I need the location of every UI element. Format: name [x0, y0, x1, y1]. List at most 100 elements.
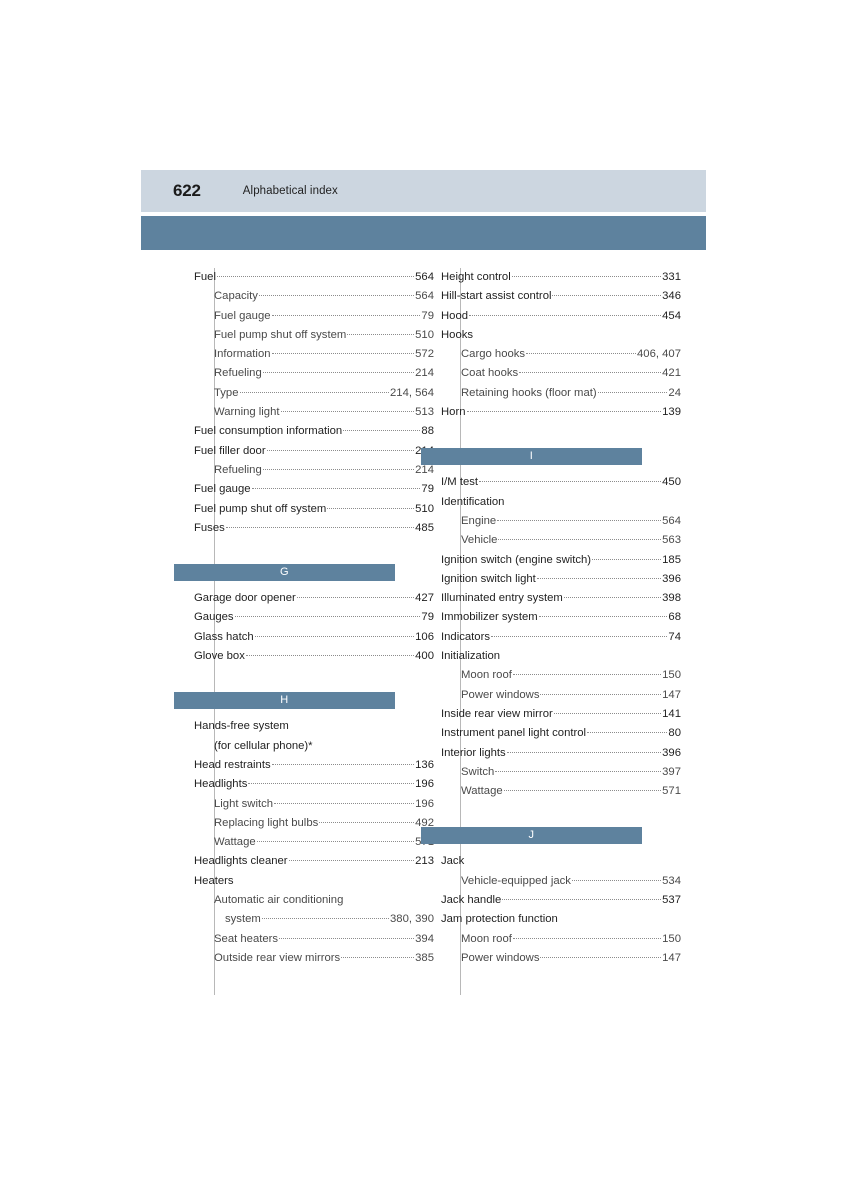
index-entry-group: I/M test 450 Identification Engine 564 Vehicl…	[441, 473, 681, 801]
index-entry-page: 513	[415, 406, 434, 419]
index-entry: Warning light 513	[194, 403, 434, 422]
index-entry-label: Headlights cleaner	[194, 855, 288, 868]
index-entry-page: 564	[415, 290, 434, 303]
index-entry-label: (for cellular phone)*	[214, 739, 313, 752]
index-entry: Cargo hooks 406, 407	[441, 345, 681, 364]
index-entry-leader	[266, 449, 415, 451]
index-entry-group: Height control 331 Hill-start assist contr…	[441, 268, 681, 422]
index-entry: Interior lights 396	[441, 744, 681, 763]
index-entry-page: 79	[421, 483, 434, 496]
index-entry-page: 196	[415, 778, 434, 791]
index-entry: Wattage571	[441, 782, 681, 801]
index-entry-page: 537	[662, 894, 681, 907]
index-entry-label: Hooks	[441, 328, 474, 341]
page-header-accent-bar	[141, 216, 706, 250]
index-entry: Refueling 214	[194, 461, 434, 480]
index-entry-leader	[479, 481, 662, 483]
index-entry-page: 331	[662, 271, 681, 283]
index-entry: Fuel pump shut off system 510	[194, 500, 434, 519]
index-entry-label: Hill-start assist control	[441, 290, 552, 303]
index-entry: Head restraints 136	[194, 756, 434, 775]
index-entry-page: 88	[421, 425, 434, 438]
index-entry-page: 106	[415, 630, 434, 643]
index-entry-page: 396	[662, 746, 681, 759]
index-entry-leader	[502, 899, 662, 901]
index-entry-leader	[347, 333, 415, 335]
index-entry: Hood 454	[441, 307, 681, 326]
index-entry-label: Jam protection function	[441, 913, 558, 926]
index-entry: Jack	[441, 852, 681, 871]
index-entry-page: 136	[415, 758, 434, 771]
index-entry-label: Indicators	[441, 630, 490, 643]
index-entry-page: 139	[662, 406, 681, 419]
index-entry-leader	[251, 488, 421, 490]
index-entry-label: Garage door opener	[194, 592, 296, 605]
index-entry-leader	[271, 763, 415, 765]
index-entry-leader	[597, 391, 668, 393]
index-entry-leader	[553, 712, 662, 714]
index-entry-page: 385	[415, 951, 434, 964]
index-entry: Initialization	[441, 647, 681, 666]
index-entry: system 380, 390	[194, 910, 434, 929]
index-entry: Headlights 196	[194, 775, 434, 794]
index-column-right: Height control 331 Hill-start assist contr…	[421, 268, 681, 968]
index-entry-page: 346	[662, 290, 681, 303]
index-entry-page: 564	[662, 514, 681, 527]
index-entry-group: Hands-free system (for cellular phone)* He…	[194, 717, 434, 968]
index-entry: I/M test 450	[441, 473, 681, 492]
index-entry: Automatic air conditioning	[194, 891, 434, 910]
index-entry-label: Fuses	[194, 521, 225, 534]
index-entry-page: 510	[415, 502, 434, 515]
index-entry: Identification	[441, 493, 681, 512]
index-entry-page: 396	[662, 572, 681, 585]
index-entry-label: Initialization	[441, 650, 501, 663]
index-entry-label: Replacing light bulbs	[214, 816, 319, 829]
index-entry-leader	[279, 937, 415, 939]
index-entry: Glass hatch 106	[194, 628, 434, 647]
index-entry: Inside rear view mirror 141	[441, 705, 681, 724]
index-entry-page: 406, 407	[637, 348, 681, 361]
index-entry-page: 427	[415, 592, 434, 605]
index-entry: Coat hooks 421	[441, 364, 681, 383]
index-entry-group: Jack Vehicle-equipped jack 534 Jack handle 5…	[441, 852, 681, 968]
index-entry-page: 421	[662, 367, 681, 380]
page-header-band: 622 Alphabetical index	[141, 170, 706, 212]
index-entry: Height control 331	[441, 268, 681, 287]
index-entry: Fuel gauge 79	[194, 480, 434, 499]
index-entry-page: 79	[421, 309, 434, 322]
index-entry: Moon roof 150	[441, 930, 681, 949]
index-entry: Power windows 147	[441, 949, 681, 968]
index-entry-leader	[506, 751, 662, 753]
index-entry-leader	[274, 802, 415, 804]
index-entry-page: 80	[668, 727, 681, 740]
index-entry: Heaters	[194, 872, 434, 891]
index-entry-label: Horn	[441, 406, 466, 419]
index-entry: Hill-start assist control 346	[441, 287, 681, 306]
index-entry-leader	[225, 526, 415, 528]
index-entry-leader	[271, 353, 415, 355]
index-entry-leader	[563, 597, 662, 599]
index-entry-label: Immobilizer system	[441, 611, 538, 624]
index-entry-leader	[262, 372, 415, 374]
index-entry-page: 147	[662, 951, 681, 964]
index-entry-leader	[261, 918, 390, 920]
index-entry-label: Identification	[441, 495, 505, 508]
index-entry: Horn 139	[441, 403, 681, 422]
index-entry-leader	[503, 790, 662, 792]
index-entry-label: Vehicle	[461, 534, 498, 547]
index-entry: Jam protection function	[441, 910, 681, 929]
index-entry: Engine 564	[441, 512, 681, 531]
index-entry: Fuses 485	[194, 519, 434, 538]
index-entry-leader	[248, 783, 415, 785]
index-entry-label: Fuel	[194, 271, 216, 283]
index-entry: Wattage571	[194, 833, 434, 852]
index-entry-leader	[512, 674, 662, 676]
index-entry-label: Fuel consumption information	[194, 425, 343, 438]
index-entry-leader	[498, 539, 662, 541]
index-entry-leader	[511, 276, 662, 277]
index-entry-label: Refueling	[214, 367, 262, 380]
index-entry-label: Jack handle	[441, 894, 502, 907]
index-entry: Capacity 564	[194, 287, 434, 306]
index-entry-leader	[343, 430, 421, 432]
index-entry-label: Glass hatch	[194, 630, 254, 643]
